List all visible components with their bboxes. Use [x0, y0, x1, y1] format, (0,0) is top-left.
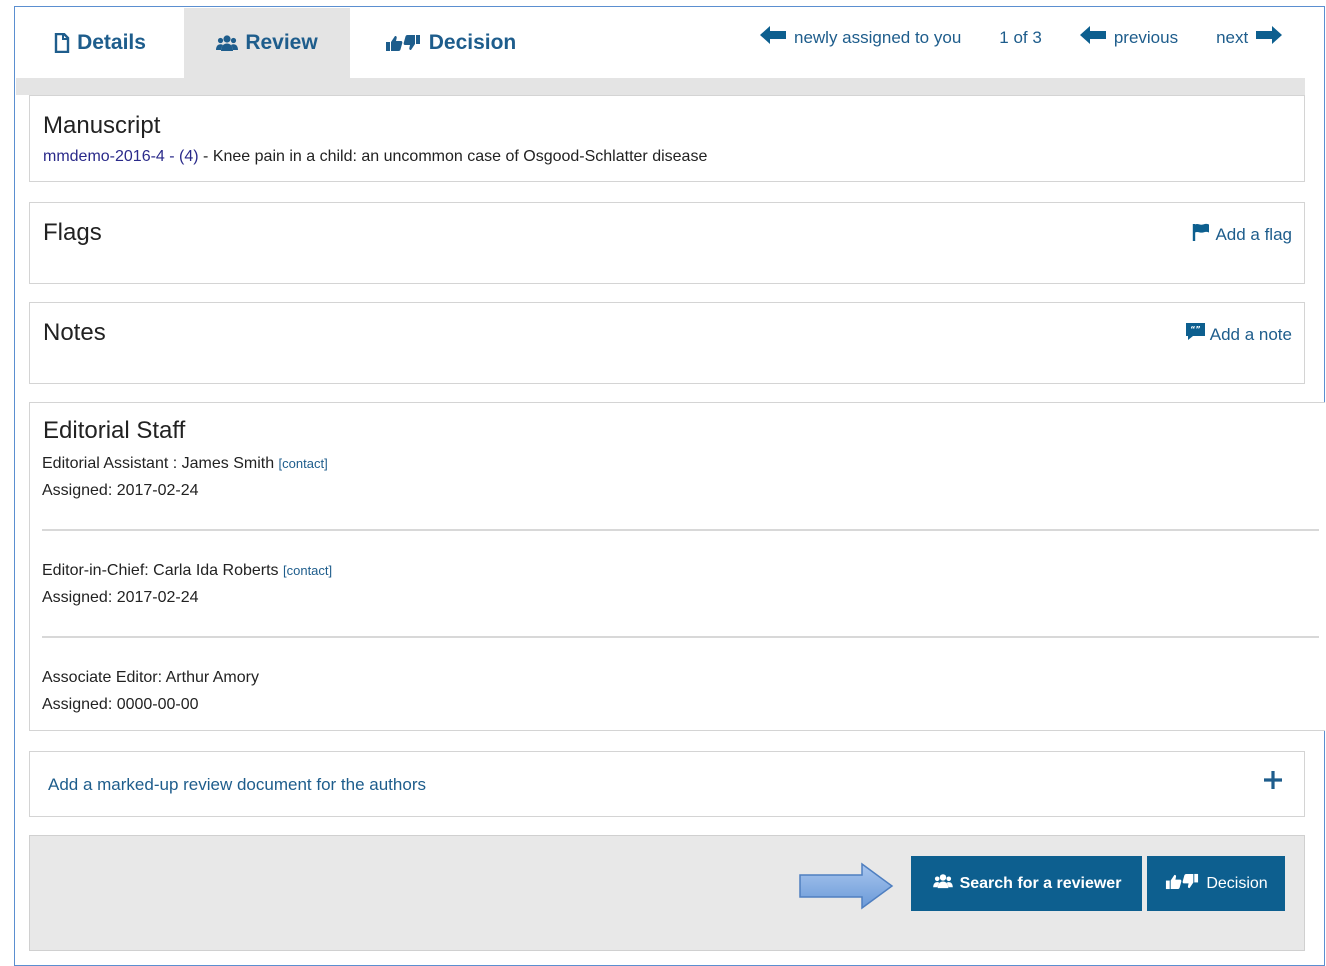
- add-note-label: Add a note: [1209, 324, 1292, 344]
- staff-member: Editorial Assistant : James Smith [conta…: [42, 450, 328, 504]
- staff-member: Associate Editor: Arthur Amory Assigned:…: [42, 664, 259, 718]
- add-flag-link[interactable]: Add a flag: [1192, 223, 1292, 246]
- staff-member: Editor-in-Chief: Carla Ida Roberts [cont…: [42, 557, 332, 611]
- plus-icon[interactable]: [1262, 769, 1284, 796]
- record-counter: 1 of 3: [999, 28, 1042, 48]
- arrow-right-icon: [1256, 26, 1283, 49]
- staff-divider: [42, 636, 1319, 638]
- staff-role-name: Associate Editor: Arthur Amory: [42, 669, 259, 686]
- action-footer: Search for a reviewer Decision: [29, 835, 1305, 951]
- users-icon: [216, 34, 239, 52]
- tab-review-label: Review: [245, 31, 318, 54]
- staff-assigned-date: Assigned: 2017-02-24: [42, 589, 199, 606]
- flags-title: Flags: [43, 219, 102, 246]
- record-counter-label: 1 of 3: [999, 27, 1042, 47]
- flags-panel: Flags Add a flag: [29, 202, 1305, 284]
- notes-panel: Notes “” Add a note: [29, 302, 1305, 384]
- staff-member-line: Editorial Assistant : James Smith [conta…: [42, 450, 328, 477]
- next-label: next: [1216, 27, 1249, 47]
- manuscript-title: Manuscript: [43, 112, 161, 139]
- tab-review[interactable]: Review: [184, 8, 350, 78]
- editorial-staff-panel: Editorial Staff Editorial Assistant : Ja…: [29, 402, 1325, 731]
- staff-role-name: Editor-in-Chief: Carla Ida Roberts: [42, 562, 279, 579]
- tab-underbar: [16, 78, 1305, 95]
- users-icon: [932, 873, 954, 894]
- tab-decision-label: Decision: [428, 31, 517, 54]
- staff-assigned-date: Assigned: 2017-02-24: [42, 482, 199, 499]
- document-icon: [54, 33, 70, 53]
- comment-icon: “”: [1185, 323, 1205, 346]
- decision-label: Decision: [1206, 874, 1268, 892]
- tab-details[interactable]: Details: [16, 8, 184, 78]
- manuscript-id-link[interactable]: mmdemo-2016-4 - (4): [43, 148, 199, 165]
- arrow-left-icon: [1079, 26, 1106, 49]
- svg-text:“”: “”: [1190, 325, 1201, 334]
- staff-role-name: Editorial Assistant : James Smith: [42, 455, 275, 472]
- previous-label: previous: [1113, 27, 1179, 47]
- staff-member-line: Associate Editor: Arthur Amory: [42, 664, 259, 691]
- add-flag-label: Add a flag: [1215, 224, 1292, 244]
- notes-title: Notes: [43, 319, 106, 346]
- tab-bar: Details Review Decision: [16, 8, 550, 78]
- pointer-arrow-icon: [798, 861, 894, 916]
- decision-button[interactable]: Decision: [1147, 856, 1285, 911]
- record-navigation: newly assigned to you 1 of 3 previous ne…: [760, 26, 1300, 49]
- arrow-left-icon: [760, 26, 786, 49]
- manuscript-line: mmdemo-2016-4 - (4) - Knee pain in a chi…: [43, 148, 707, 166]
- add-note-link[interactable]: “” Add a note: [1185, 323, 1292, 346]
- newly-assigned-link[interactable]: newly assigned to you: [760, 26, 961, 49]
- search-reviewer-button[interactable]: Search for a reviewer: [911, 856, 1142, 911]
- newly-assigned-label: newly assigned to you: [794, 27, 962, 47]
- tab-details-label: Details: [77, 31, 146, 54]
- thumbs-up-down-icon: [1164, 873, 1200, 895]
- search-reviewer-label: Search for a reviewer: [959, 874, 1122, 892]
- contact-link[interactable]: [contact]: [279, 456, 328, 471]
- editorial-staff-title: Editorial Staff: [43, 417, 186, 444]
- contact-link[interactable]: [contact]: [283, 563, 332, 578]
- manuscript-description: - Knee pain in a child: an uncommon case…: [198, 148, 708, 165]
- staff-divider: [42, 529, 1319, 531]
- staff-member-line: Editor-in-Chief: Carla Ida Roberts [cont…: [42, 557, 332, 584]
- staff-assigned-date: Assigned: 0000-00-00: [42, 696, 199, 713]
- markup-document-panel: Add a marked-up review document for the …: [29, 751, 1305, 817]
- next-link[interactable]: next: [1216, 26, 1283, 49]
- tab-decision[interactable]: Decision: [350, 8, 550, 78]
- add-markup-document-link[interactable]: Add a marked-up review document for the …: [48, 775, 426, 795]
- manuscript-panel: Manuscript mmdemo-2016-4 - (4) - Knee pa…: [29, 95, 1305, 182]
- previous-link[interactable]: previous: [1079, 26, 1179, 49]
- flag-icon: [1192, 223, 1210, 246]
- thumbs-up-down-icon: [384, 34, 422, 52]
